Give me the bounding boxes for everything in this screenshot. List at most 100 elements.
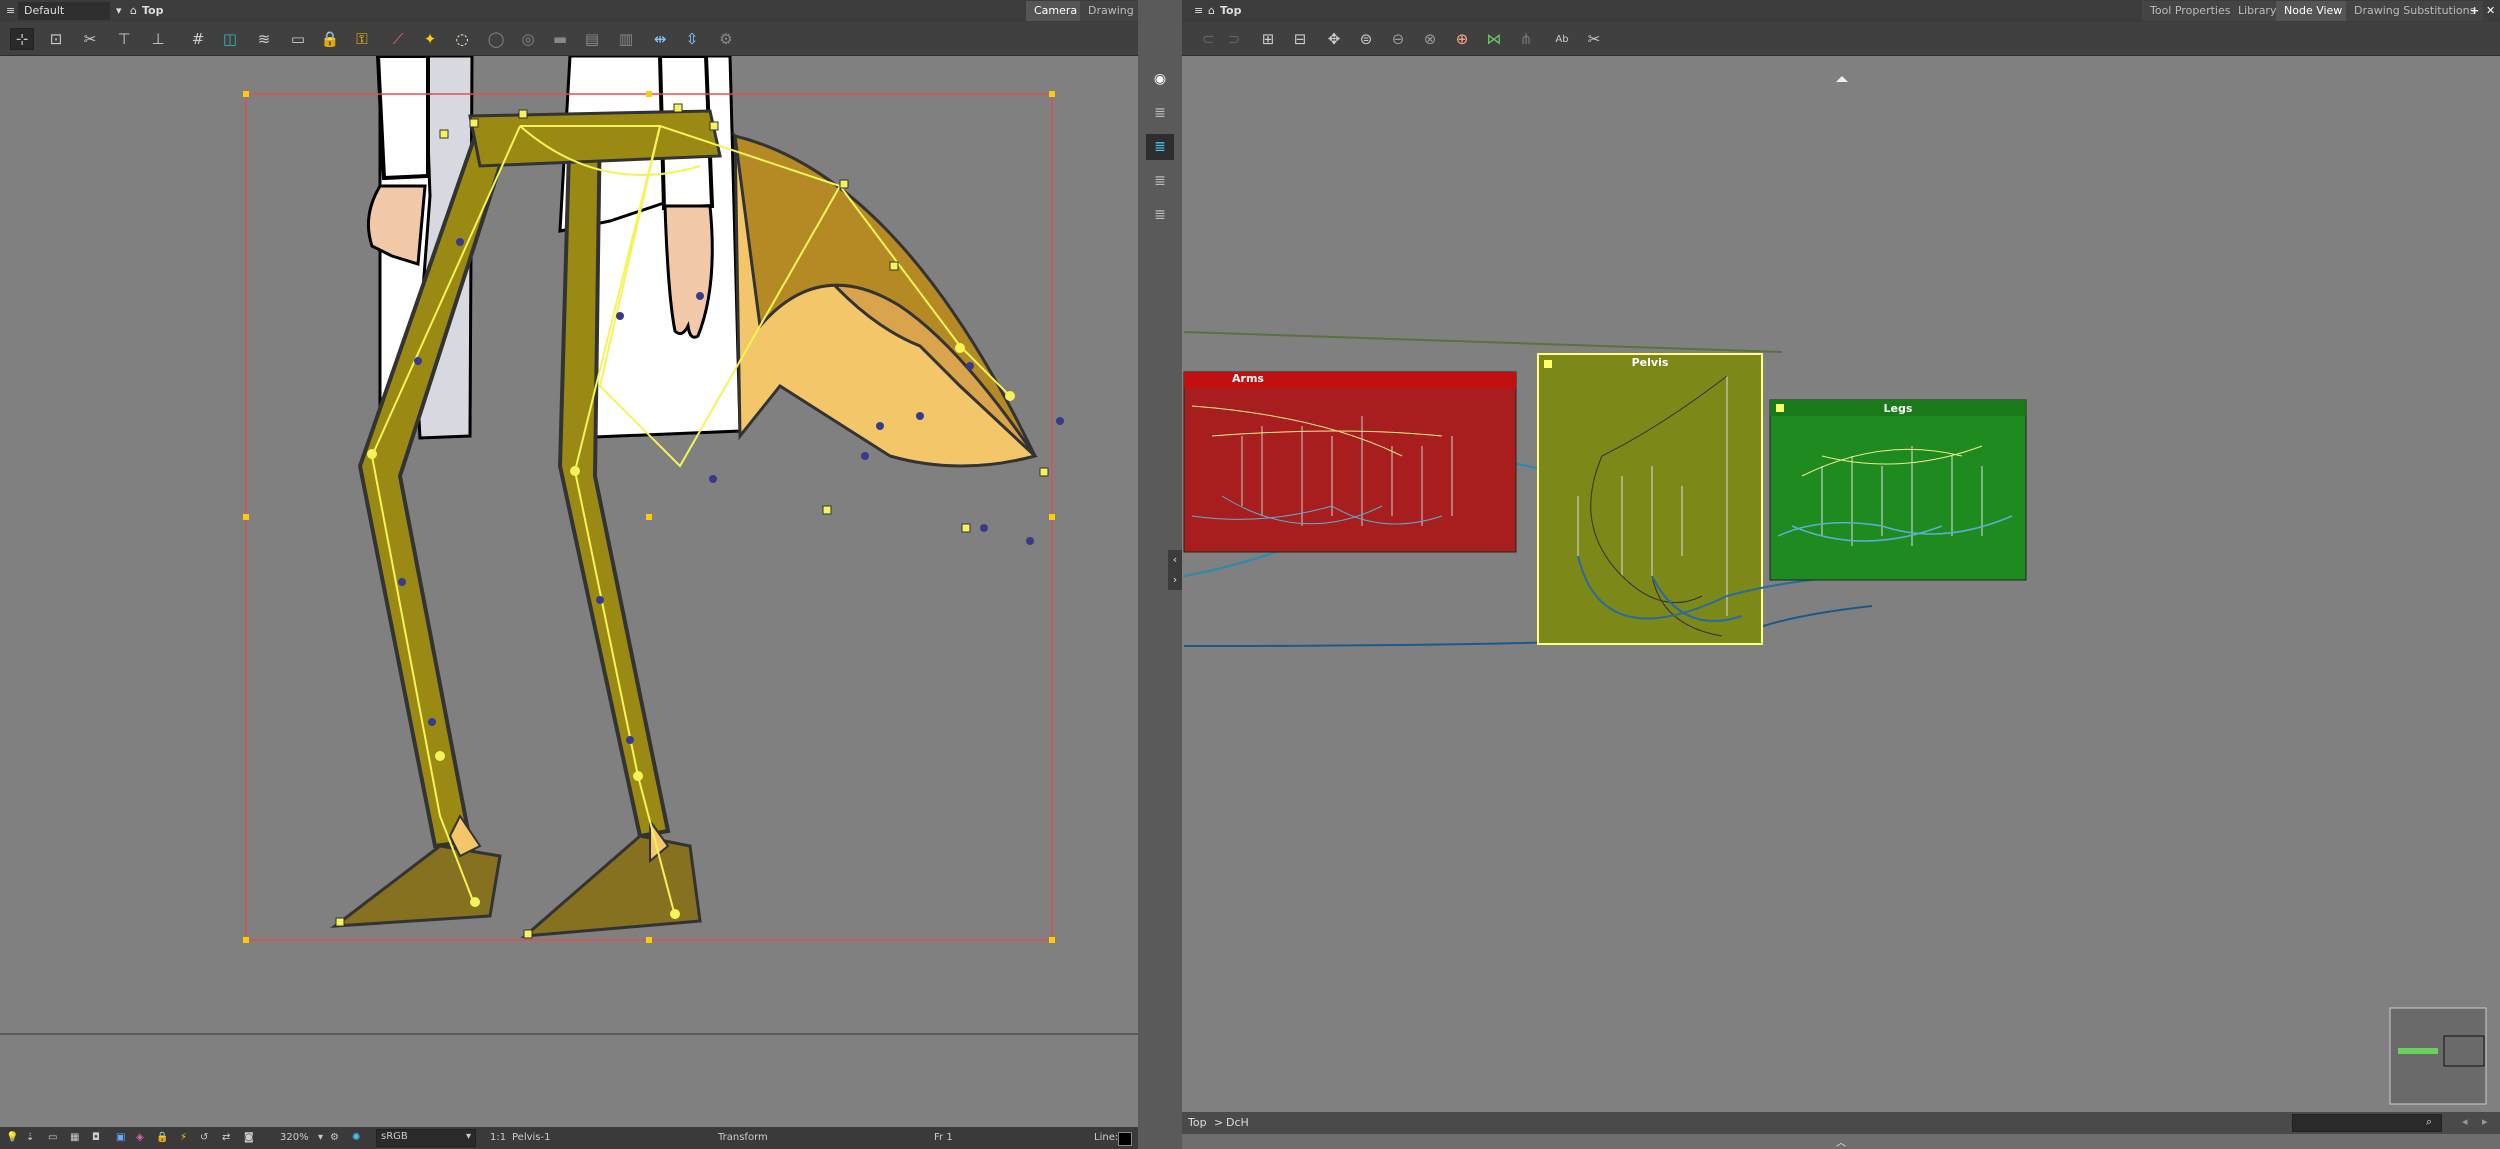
view-side-toolbar: ◉ ≣ ≣ ≣ ≣ ‹ ›	[1138, 0, 1182, 1149]
eye-icon[interactable]: ◉	[1146, 66, 1174, 92]
group-icon[interactable]: ⊞	[1256, 28, 1280, 50]
node-pelvis-enable-toggle[interactable]	[1544, 360, 1552, 368]
light-bulb-icon[interactable]: 💡	[6, 1131, 18, 1145]
lock-icon[interactable]: ⊡	[44, 28, 68, 50]
sequence-icon[interactable]: ▣	[116, 1131, 125, 1145]
tab-camera[interactable]: Camera	[1026, 1, 1086, 21]
add-point-icon[interactable]: ⊥	[146, 28, 170, 50]
layer-gear-icon[interactable]: ≣	[1146, 202, 1174, 228]
close-icon[interactable]: ✕	[2480, 2, 2500, 20]
flip-icon[interactable]: ⇄	[222, 1131, 230, 1145]
pivot-icon[interactable]: ✦	[418, 28, 442, 50]
line-label: Line:	[1094, 1132, 1119, 1143]
timeline-separator	[0, 1033, 1138, 1035]
safe-area-icon[interactable]: ◘	[92, 1131, 100, 1145]
mode-label: Transform	[718, 1132, 768, 1143]
stack-icon[interactable]: ⊜	[1354, 28, 1378, 50]
display-dropdown[interactable]: Default (Display)	[18, 2, 110, 35]
rotate-icon[interactable]: ↺	[200, 1131, 208, 1145]
line-color-swatch[interactable]	[1118, 1132, 1132, 1146]
node-view-titlebar: ≡ ⌂ Top Tool Properties Library Node Vie…	[1182, 0, 2500, 22]
context-label: Top	[142, 4, 164, 17]
settings-icon[interactable]: ⚙	[714, 28, 738, 50]
camera-status-icon[interactable]: ◙	[244, 1131, 254, 1145]
frame-label: Fr 1	[934, 1132, 953, 1143]
node-arms-label[interactable]: Arms	[1184, 372, 1516, 385]
gear-icon[interactable]: ⚙	[330, 1131, 339, 1145]
breadcrumb-dch[interactable]: DcH	[1226, 1116, 1249, 1129]
layer-icon[interactable]: ▭	[286, 28, 310, 50]
grid-icon[interactable]: #	[186, 28, 210, 50]
pin-icon[interactable]: ⇣	[26, 1131, 34, 1145]
bolt-icon[interactable]: ⚡	[180, 1131, 187, 1145]
zoom-in-icon[interactable]: ▸	[2482, 1115, 2488, 1128]
tab-drawing-substitutions[interactable]: Drawing Substitutions	[2346, 1, 2484, 21]
stack-icon[interactable]: ▤	[580, 28, 604, 50]
branch-icon[interactable]: ⋔	[1514, 28, 1538, 50]
camera-view-panel: ≡ Default (Display) ▾ ⌂ Top Camera Drawi…	[0, 0, 1165, 1149]
color-space-dropdown[interactable]: sRGB ▾	[376, 1129, 476, 1147]
ungroup-icon[interactable]: ⊟	[1288, 28, 1312, 50]
layer-active-icon[interactable]: ≣	[1146, 134, 1174, 160]
rename-icon[interactable]: Ab	[1550, 28, 1574, 50]
link-icon[interactable]: ⊂	[1196, 28, 1220, 50]
breadcrumb-top[interactable]: Top	[1188, 1116, 1207, 1129]
node-toolbar: ⊂ ⊃ ⊞ ⊟ ✥ ⊜ ⊖ ⊗ ⊕ ⋈ ⋔ Ab ✂	[1182, 22, 2500, 56]
ruler-icon[interactable]: ⟋	[386, 28, 410, 50]
peg-icon[interactable]: ⊖	[1386, 28, 1410, 50]
camera-view-titlebar: ≡ Default (Display) ▾ ⌂ Top Camera Drawi…	[0, 0, 1165, 35]
peg2-icon[interactable]: ⊗	[1418, 28, 1442, 50]
display-icon[interactable]: ◫	[218, 28, 242, 50]
drawing-canvas[interactable]	[0, 56, 1138, 1036]
cut-icon[interactable]: ✂	[78, 28, 102, 50]
move-icon[interactable]: ✥	[1322, 28, 1346, 50]
frame-icon[interactable]: ▭	[48, 1131, 57, 1145]
node-legs-label[interactable]: Legs	[1770, 402, 2026, 415]
tab-node-view[interactable]: Node View	[2276, 1, 2351, 21]
shape-icon[interactable]: ◈	[136, 1131, 144, 1145]
stack2-icon[interactable]: ▥	[614, 28, 638, 50]
hide-icon[interactable]: ◎	[516, 28, 540, 50]
node-breadcrumb-bar: Top > DcH ⌕ ◂ ▸	[1182, 1112, 2500, 1134]
camera-toolbar: ⊹ ⊡ ✂ ⊤ ⊥ # ◫ ≋ ▭ 🔒 ⚿ ⟋ ✦ ◌ ◯ ◎ ▬ ▤ ▥ ⇹ …	[0, 22, 1138, 56]
camera-statusbar: 💡 ⇣ ▭ ▦ ◘ ▣ ◈ 🔒 ⚡ ↺ ⇄ ◙ 320% ▾ ⚙ ✺ sRGB ▾…	[0, 1127, 1138, 1149]
search-icon: ⌕	[2426, 1115, 2433, 1128]
node-legs-enable-toggle[interactable]	[1776, 404, 1784, 412]
layer-below-icon[interactable]: ≣	[1146, 168, 1174, 194]
node-search-input[interactable]	[2292, 1114, 2442, 1132]
ratio-label: 1:1	[490, 1132, 507, 1143]
tab-drawing[interactable]: Drawing	[1080, 1, 1142, 21]
zoom-out-icon[interactable]: ◂	[2462, 1115, 2468, 1128]
tab-tool-properties[interactable]: Tool Properties	[2142, 1, 2239, 21]
lock-layer-icon[interactable]: 🔒	[318, 28, 342, 50]
layer-stack-icon[interactable]: ≣	[1146, 100, 1174, 126]
composite-icon[interactable]: ⋈	[1482, 28, 1506, 50]
node-view-panel: ≡ ⌂ Top Tool Properties Library Node Vie…	[1182, 0, 2500, 1149]
onion-icon[interactable]: ≋	[252, 28, 276, 50]
chevron-down-icon: ▾	[465, 1131, 471, 1142]
selection-label: Pelvis-1	[512, 1132, 551, 1143]
expand-up-icon[interactable]: ︿	[1836, 1134, 1846, 1149]
flip-h-icon[interactable]: ⇹	[648, 28, 672, 50]
grid-toggle-icon[interactable]: ▦	[70, 1131, 79, 1145]
breadcrumb-separator: >	[1214, 1116, 1224, 1129]
node-graph-canvas[interactable]	[1182, 56, 2500, 1112]
zoom-value[interactable]: 320%	[280, 1131, 309, 1145]
select-icon[interactable]: ⊹	[10, 28, 34, 50]
camera-icon[interactable]: ◯	[484, 28, 508, 50]
node-pelvis-label[interactable]: Pelvis	[1538, 356, 1762, 369]
deform-icon[interactable]: ⊕	[1450, 28, 1474, 50]
collapse-arrows-icon[interactable]: ‹ ›	[1168, 550, 1182, 590]
cutter-icon[interactable]: ✂	[1582, 28, 1606, 50]
add-icon[interactable]: ⊤	[112, 28, 136, 50]
node-context-label: Top	[1220, 4, 1242, 17]
unlink-icon[interactable]: ⊃	[1222, 28, 1246, 50]
flip-v-icon[interactable]: ⇳	[680, 28, 704, 50]
color-wheel-icon[interactable]: ✺	[352, 1131, 360, 1145]
lock-status-icon[interactable]: 🔒	[156, 1131, 168, 1145]
layers-icon[interactable]: ▬	[548, 28, 572, 50]
zoom-chevron-icon[interactable]: ▾	[318, 1131, 323, 1145]
light-icon[interactable]: ◌	[450, 28, 474, 50]
lock-other-icon[interactable]: ⚿	[350, 28, 374, 50]
node-view-footer: ︿	[1182, 1134, 2500, 1149]
